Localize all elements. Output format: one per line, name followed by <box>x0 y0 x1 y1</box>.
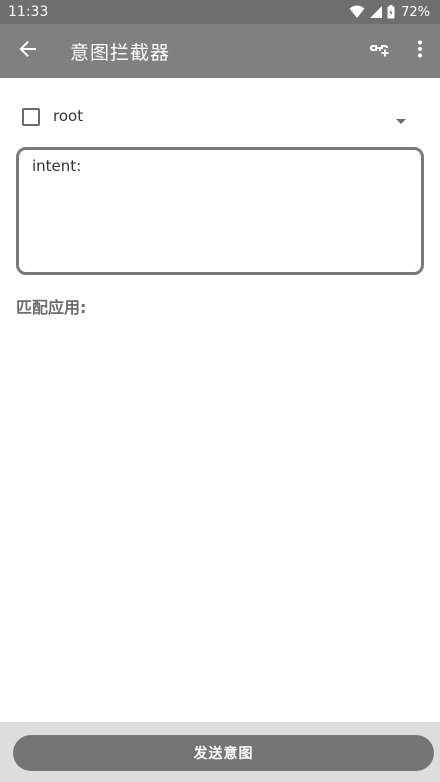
more-options-button[interactable] <box>400 24 440 78</box>
status-time: 11:33 <box>8 4 49 20</box>
root-label: root <box>53 107 84 125</box>
arrow-back-icon <box>19 40 37 62</box>
add-link-button[interactable] <box>358 24 400 78</box>
more-vert-icon <box>417 40 423 62</box>
dropdown-arrow-icon[interactable] <box>394 112 408 124</box>
root-row: root <box>0 98 440 136</box>
signal-icon <box>369 5 383 19</box>
battery-percent: 72% <box>401 4 430 20</box>
back-button[interactable] <box>0 24 56 78</box>
screen: 11:33 72% 意图拦截器 root intent: 匹配应用: 发送意图 <box>0 0 440 782</box>
wifi-icon <box>349 5 365 19</box>
page-title: 意图拦截器 <box>70 41 171 64</box>
app-bar: 意图拦截器 <box>0 24 440 78</box>
root-checkbox[interactable] <box>22 108 40 126</box>
battery-icon <box>387 5 395 19</box>
add-link-icon <box>368 41 390 61</box>
send-intent-button[interactable]: 发送意图 <box>13 735 434 771</box>
matching-apps-label: 匹配应用: <box>16 298 87 317</box>
status-icons: 72% <box>349 5 430 20</box>
status-bar: 11:33 72% <box>0 0 440 24</box>
bottom-bar: 发送意图 <box>0 722 440 782</box>
intent-input[interactable]: intent: <box>16 147 424 275</box>
